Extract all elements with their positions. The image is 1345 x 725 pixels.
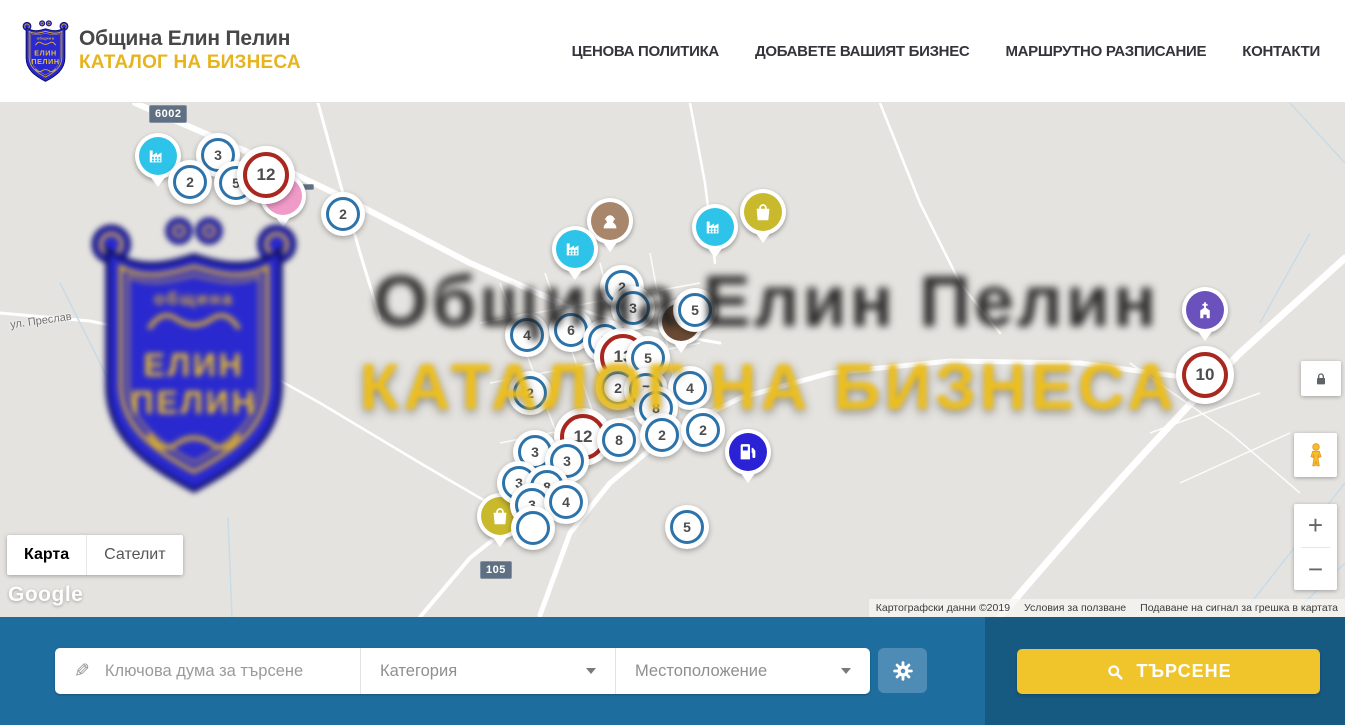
lock-icon (1313, 371, 1329, 387)
google-map[interactable]: ул. Преславбул. „Новосел 6002105 3251222… (0, 103, 1345, 617)
watermark-crest (86, 216, 302, 498)
main-nav: ЦЕНОВА ПОЛИТИКА ДОБАВЕТЕ ВАШИЯТ БИЗНЕС М… (572, 43, 1320, 60)
gear-icon (890, 658, 916, 684)
fuel-pin[interactable] (725, 429, 771, 475)
chevron-down-icon (586, 668, 596, 674)
map-attribution: Картографски данни ©2019 Условия за полз… (869, 599, 1345, 617)
search-button-label: ТЪРСЕНЕ (1136, 661, 1231, 682)
search-input-group: ✎ Категория Местоположение (55, 648, 870, 694)
category-value: Категория (380, 662, 457, 681)
zoom-out-button[interactable]: − (1294, 548, 1337, 591)
site-logo[interactable]: Община Елин Пелин КАТАЛОГ НА БИЗНЕСА (22, 20, 301, 83)
page: Община Елин Пелин КАТАЛОГ НА БИЗНЕСА ЦЕН… (0, 0, 1345, 725)
attribution-report-link[interactable]: Подаване на сигнал за грешка в картата (1133, 599, 1345, 617)
map-view-button[interactable]: Карта (7, 535, 86, 575)
map-cluster[interactable]: 2 (321, 192, 365, 236)
pencil-icon: ✎ (74, 660, 90, 683)
map-cluster[interactable]: 8 (597, 418, 641, 462)
road-number-label: 105 (480, 561, 512, 579)
nav-route-schedule[interactable]: МАРШРУТНО РАЗПИСАНИЕ (1005, 43, 1206, 60)
bag-pin[interactable] (740, 189, 786, 235)
watermark-title: Община Елин Пелин (335, 261, 1197, 343)
location-value: Местоположение (635, 662, 767, 681)
search-bar: ✎ Категория Местоположение (0, 617, 1345, 725)
header: Община Елин Пелин КАТАЛОГ НА БИЗНЕСА ЦЕН… (0, 0, 1345, 103)
nav-add-your-business[interactable]: ДОБАВЕТЕ ВАШИЯТ БИЗНЕС (755, 43, 969, 60)
keyword-section: ✎ (55, 648, 360, 694)
category-dropdown[interactable]: Категория (360, 648, 615, 694)
municipality-crest-icon (22, 20, 69, 83)
satellite-view-button[interactable]: Сателит (86, 535, 182, 575)
zoom-in-button[interactable]: + (1294, 504, 1337, 547)
attribution-data: Картографски данни ©2019 (869, 599, 1017, 617)
map-cluster[interactable]: 12 (237, 146, 295, 204)
pegman-icon (1303, 442, 1329, 468)
advanced-search-button[interactable] (878, 648, 927, 693)
chevron-down-icon (841, 668, 851, 674)
nav-contacts[interactable]: КОНТАКТИ (1242, 43, 1320, 60)
lock-button[interactable] (1301, 361, 1341, 396)
map-cluster[interactable] (511, 506, 555, 550)
search-icon (1105, 662, 1125, 682)
street-view-pegman-button[interactable] (1294, 433, 1337, 477)
location-dropdown[interactable]: Местоположение (615, 648, 870, 694)
keyword-search-input[interactable] (103, 661, 350, 682)
google-logo[interactable]: Google (8, 583, 83, 607)
map-type-control: Карта Сателит (7, 535, 183, 575)
nav-pricing-policy[interactable]: ЦЕНОВА ПОЛИТИКА (572, 43, 719, 60)
watermark-subtitle: КАТАЛОГ НА БИЗНЕСА (345, 349, 1193, 424)
site-title: Община Елин Пелин (79, 27, 301, 52)
map-cluster[interactable]: 5 (665, 505, 709, 549)
map-cluster[interactable]: 2 (168, 160, 212, 204)
road-number-label: 6002 (149, 105, 187, 123)
attribution-terms-link[interactable]: Условия за ползване (1017, 599, 1133, 617)
title-block: Община Елин Пелин КАТАЛОГ НА БИЗНЕСА (79, 27, 301, 74)
search-button[interactable]: ТЪРСЕНЕ (1017, 649, 1320, 694)
zoom-control: + − (1294, 504, 1337, 590)
site-subtitle: КАТАЛОГ НА БИЗНЕСА (79, 52, 301, 74)
factory-pin[interactable] (692, 204, 738, 250)
